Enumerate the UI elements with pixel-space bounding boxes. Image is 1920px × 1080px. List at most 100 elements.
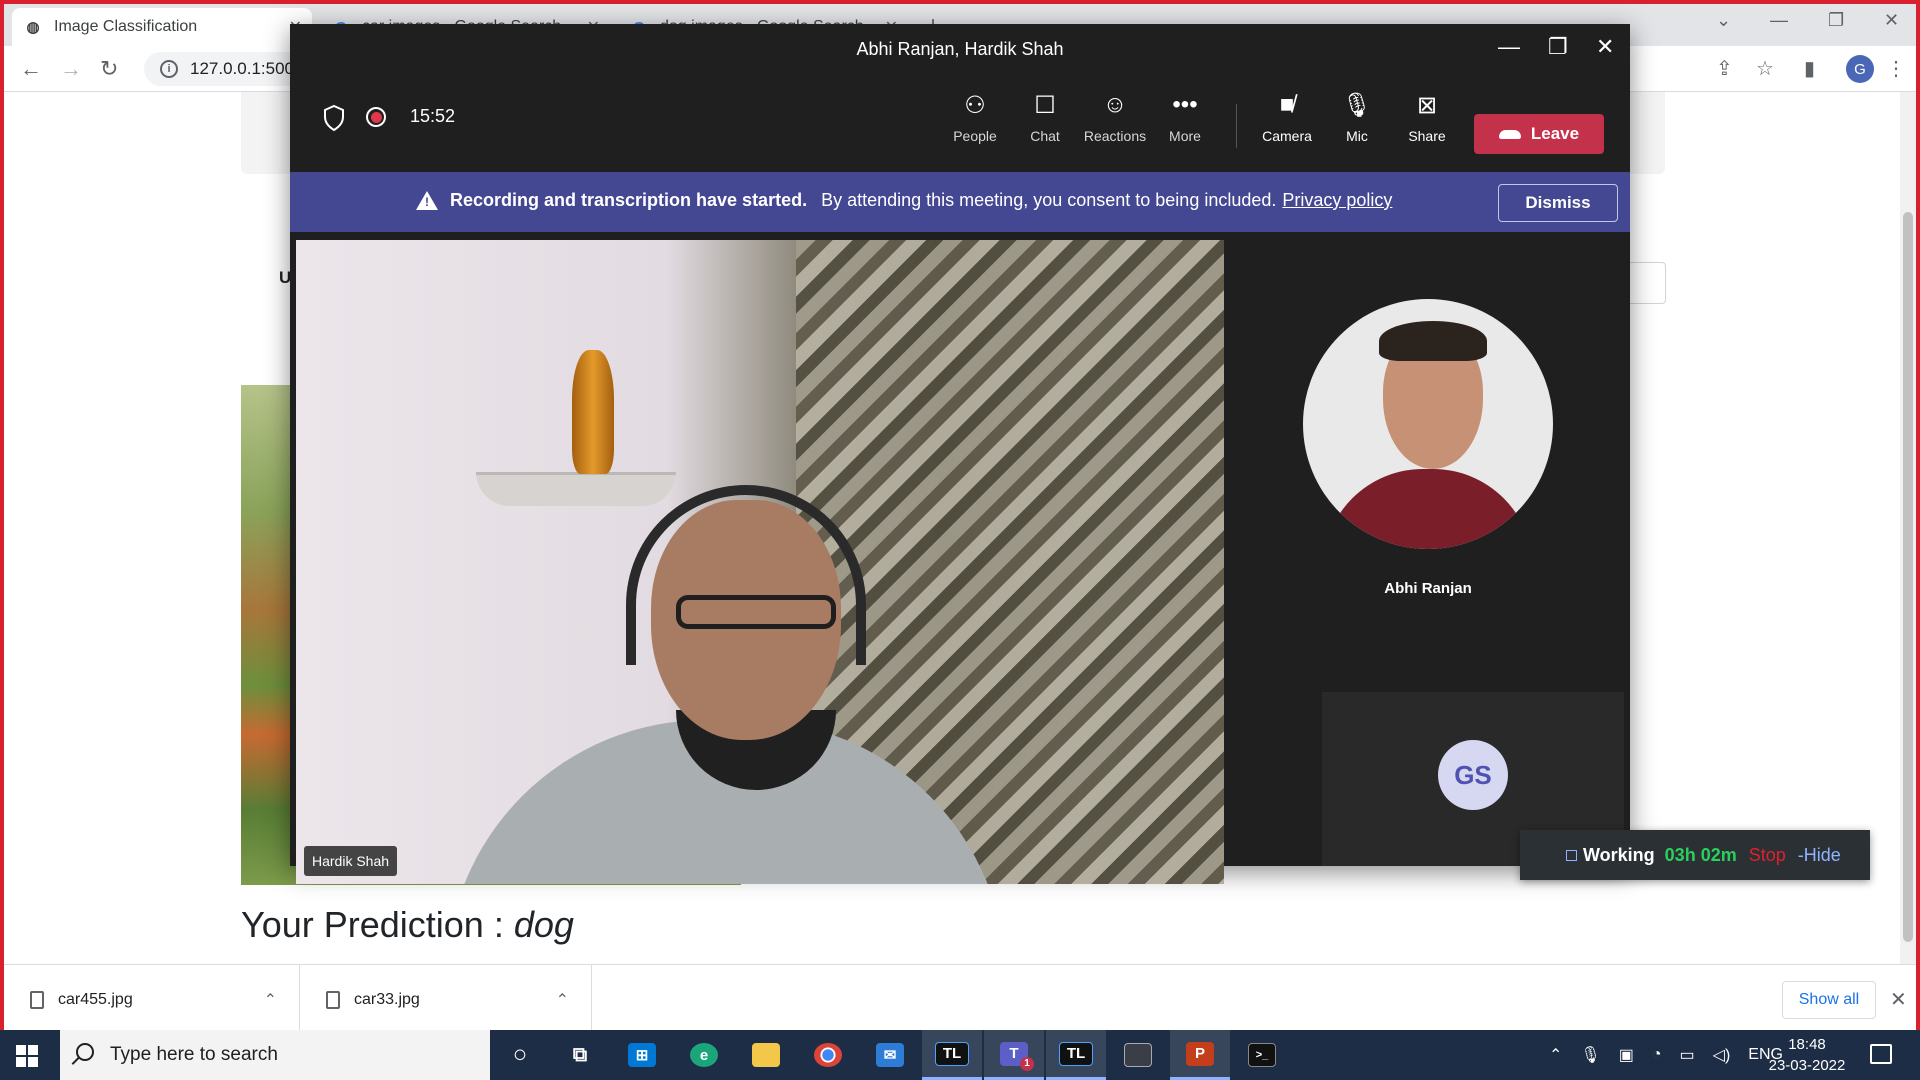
mail-icon[interactable]: ✉: [860, 1030, 920, 1080]
maximize-icon[interactable]: ❐: [1548, 34, 1568, 60]
wifi-icon[interactable]: ◔: [1652, 1046, 1662, 1064]
reload-icon[interactable]: ↻: [100, 56, 118, 82]
chevron-up-icon[interactable]: ⌃: [264, 990, 277, 1010]
banner-message: Recording and transcription have started…: [416, 190, 1392, 211]
clock[interactable]: 18:48 23-03-2022: [1762, 1034, 1852, 1076]
download-filename: car33.jpg: [354, 991, 420, 1008]
clock-time: 18:48: [1788, 1036, 1826, 1053]
download-item[interactable]: car33.jpg ⌃: [300, 965, 592, 1035]
recording-icon: [366, 107, 386, 127]
chrome-icon[interactable]: [798, 1030, 858, 1080]
file-icon: [326, 991, 340, 1009]
work-timer-widget: Working 03h 02m Stop -Hide: [1520, 830, 1870, 880]
chevron-up-icon[interactable]: ⌃: [556, 990, 569, 1010]
hide-link[interactable]: -Hide: [1798, 845, 1841, 866]
close-downloads-icon[interactable]: ✕: [1890, 987, 1907, 1012]
banner-bold-text: Recording and transcription have started…: [450, 190, 808, 210]
mic-icon[interactable]: 🎙: [1580, 1045, 1600, 1065]
background-shelf: [476, 472, 676, 506]
downloads-bar: car455.jpg ⌃ car33.jpg ⌃ Show all ✕: [4, 964, 1916, 1035]
minimize-icon[interactable]: —: [1770, 10, 1788, 31]
scroll-thumb[interactable]: [1903, 212, 1913, 942]
phone-hangup-icon: [1498, 129, 1521, 139]
windows-start-icon[interactable]: [16, 1045, 38, 1067]
participant-name-tag: Hardik Shah: [304, 846, 398, 876]
stop-link[interactable]: Stop: [1749, 845, 1786, 866]
tab-search-icon[interactable]: ⌄: [1716, 10, 1731, 31]
share-button[interactable]: ⊠ Share: [1392, 88, 1462, 158]
menu-icon[interactable]: ⋮: [1886, 56, 1906, 81]
chevron-up-icon[interactable]: ⌃: [1549, 1045, 1562, 1065]
warning-icon: [416, 191, 438, 210]
file-icon: [30, 991, 44, 1009]
more-icon: •••: [1172, 91, 1198, 118]
display-app-icon[interactable]: [1108, 1030, 1168, 1080]
minimize-icon[interactable]: —: [1498, 34, 1520, 60]
search-icon: [76, 1043, 94, 1061]
forward-icon[interactable]: →: [60, 56, 82, 82]
leave-label: Leave: [1530, 124, 1580, 143]
profile-avatar[interactable]: G: [1846, 55, 1874, 83]
window-icon: [1566, 849, 1577, 861]
meeting-title: Abhi Ranjan, Hardik Shah: [856, 38, 1064, 59]
participant-avatar[interactable]: [1303, 299, 1553, 549]
share-icon[interactable]: ⇪: [1716, 56, 1733, 81]
info-icon[interactable]: i: [160, 60, 178, 78]
file-explorer-icon[interactable]: [736, 1030, 796, 1080]
close-window-icon[interactable]: ✕: [1884, 10, 1899, 31]
side-panel-icon[interactable]: ▮: [1804, 56, 1815, 81]
teams-meeting-window: Abhi Ranjan, Hardik Shah — ❐ ✕ 15:52 ⚇ P…: [290, 24, 1630, 884]
shield-icon[interactable]: [322, 104, 346, 132]
share-label: Share: [1408, 128, 1446, 144]
reactions-button[interactable]: ☺ Reactions: [1080, 88, 1150, 158]
working-label: Working: [1583, 844, 1655, 865]
taskbar-app-tl[interactable]: TL: [1046, 1030, 1106, 1080]
battery-icon[interactable]: ▭: [1680, 1045, 1695, 1065]
recording-banner: Recording and transcription have started…: [290, 172, 1630, 232]
prediction-text: Your Prediction : dog: [241, 904, 574, 946]
banner-text: By attending this meeting, you consent t…: [821, 190, 1277, 210]
participant-video-main[interactable]: Hardik Shah: [296, 240, 1224, 884]
people-icon: ⚇: [964, 91, 986, 119]
mic-button[interactable]: 🎙 Mic: [1322, 88, 1392, 158]
people-button[interactable]: ⚇ People: [940, 88, 1010, 158]
powerpoint-icon[interactable]: P: [1170, 1030, 1230, 1080]
camera-icon[interactable]: ▣: [1619, 1045, 1634, 1065]
privacy-policy-link[interactable]: Privacy policy: [1282, 190, 1392, 211]
camera-button[interactable]: ■̸ Camera: [1252, 88, 1322, 158]
scrollbar[interactable]: [1900, 92, 1916, 964]
terminal-icon[interactable]: >_: [1232, 1030, 1292, 1080]
system-tray: ⌃ 🎙 ▣ ◔ ▭ ◁) ENG: [1540, 1030, 1792, 1080]
taskbar-search[interactable]: Type here to search: [60, 1030, 490, 1080]
action-center-icon[interactable]: [1870, 1044, 1892, 1064]
restore-icon[interactable]: ❐: [1828, 10, 1844, 31]
edge-icon[interactable]: e: [674, 1030, 734, 1080]
meeting-toolbar: 15:52 ⚇ People ☐ Chat ☺ Reactions ••• Mo…: [290, 74, 1630, 172]
tab-image-classification[interactable]: ◍ Image Classification ✕: [12, 8, 312, 46]
more-button[interactable]: ••• More: [1150, 88, 1220, 158]
initials-avatar: GS: [1438, 740, 1508, 810]
cortana-icon[interactable]: ○: [490, 1030, 550, 1080]
leave-button[interactable]: Leave: [1474, 114, 1604, 154]
close-icon[interactable]: ✕: [1596, 34, 1614, 60]
bookmark-star-icon[interactable]: ☆: [1756, 56, 1774, 81]
taskbar-app-tl[interactable]: TL: [922, 1030, 982, 1080]
people-label: People: [953, 128, 997, 144]
mic-icon: 🎙: [1341, 91, 1373, 119]
share-tray-icon: ⊠: [1416, 91, 1438, 119]
volume-icon[interactable]: ◁): [1713, 1045, 1731, 1065]
prediction-prefix: Your Prediction :: [241, 904, 514, 945]
teams-icon[interactable]: T1: [984, 1030, 1044, 1080]
taskbar: Type here to search ○ ⧉ ⊞ e ✉ TL T1 TL P…: [0, 1030, 1920, 1080]
dismiss-button[interactable]: Dismiss: [1498, 184, 1618, 222]
store-icon[interactable]: ⊞: [612, 1030, 672, 1080]
search-placeholder: Type here to search: [110, 1044, 278, 1065]
download-filename: car455.jpg: [58, 991, 133, 1008]
notification-badge: 1: [1020, 1056, 1034, 1071]
file-input-edge[interactable]: [1624, 262, 1666, 304]
back-icon[interactable]: ←: [20, 56, 42, 82]
download-item[interactable]: car455.jpg ⌃: [4, 965, 300, 1035]
chat-button[interactable]: ☐ Chat: [1010, 88, 1080, 158]
task-view-icon[interactable]: ⧉: [550, 1030, 610, 1080]
show-all-button[interactable]: Show all: [1782, 981, 1876, 1019]
